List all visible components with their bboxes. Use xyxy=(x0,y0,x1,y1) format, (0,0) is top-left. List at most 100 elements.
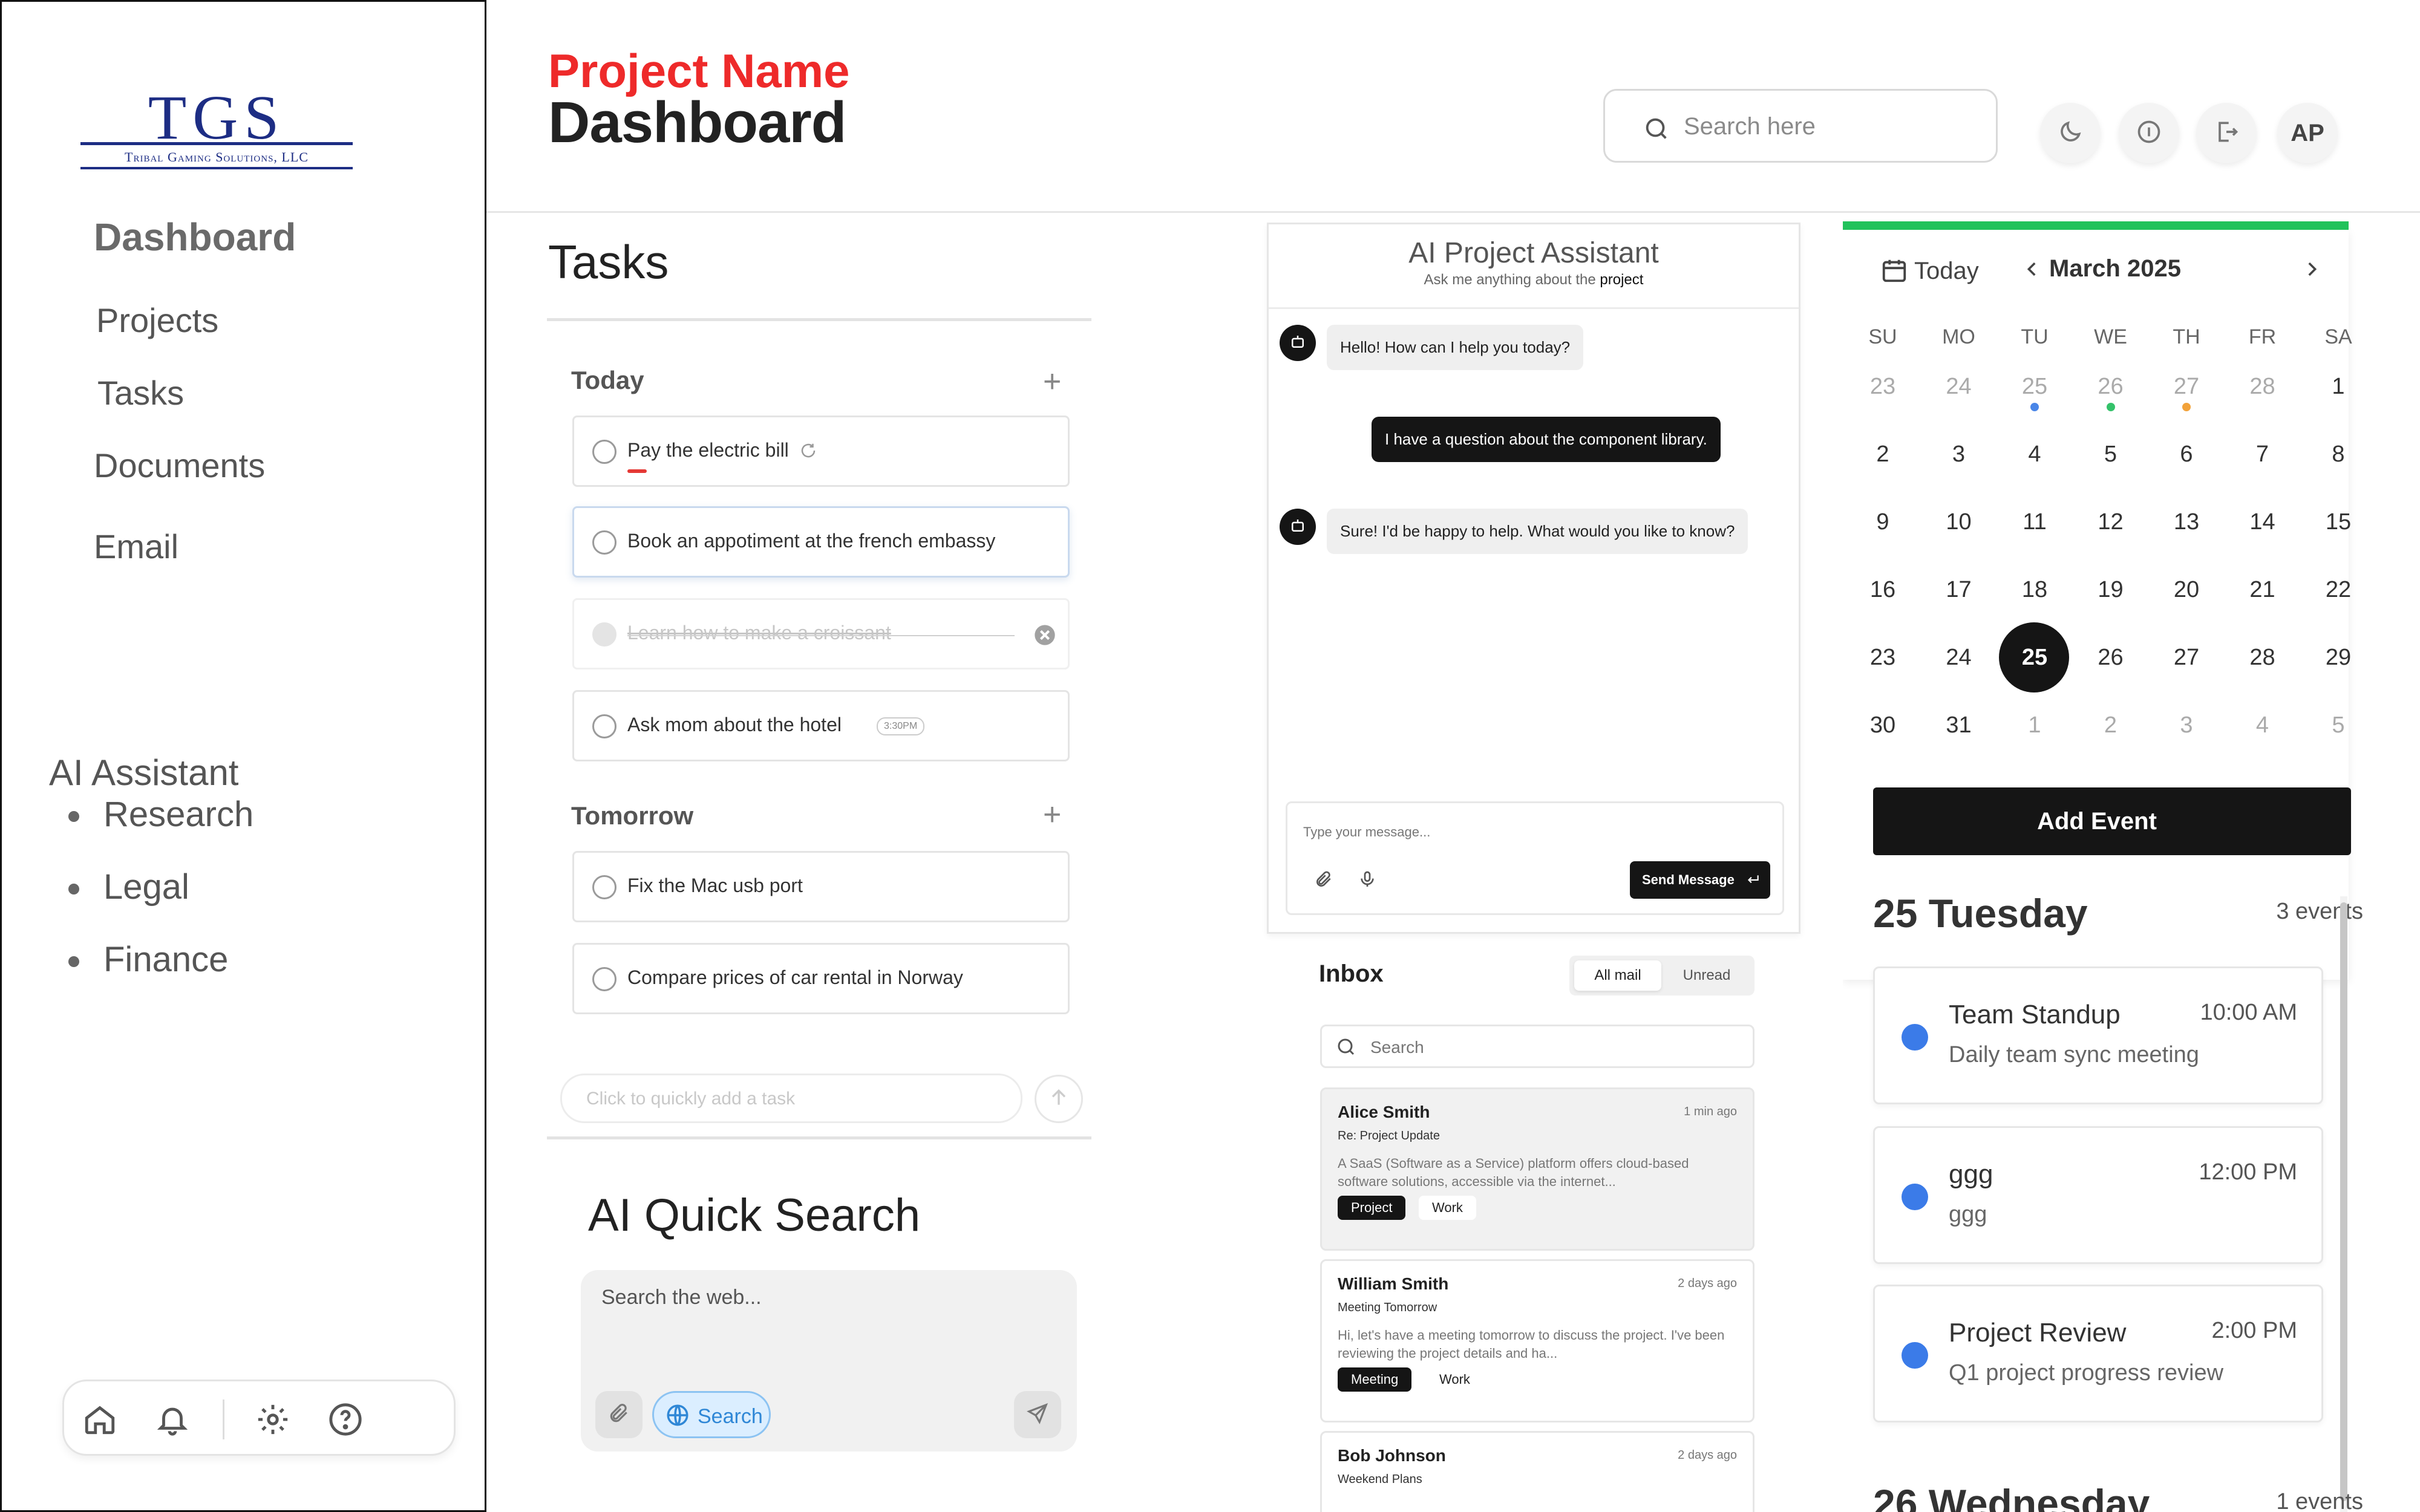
mail-tag[interactable]: Project xyxy=(1338,1196,1406,1220)
web-search-toggle[interactable]: Search xyxy=(652,1391,771,1438)
calendar-day[interactable]: 21 xyxy=(2226,556,2299,623)
logout-button[interactable] xyxy=(2196,103,2257,163)
mail-item[interactable]: William Smith 2 days ago Meeting Tomorro… xyxy=(1320,1259,1754,1422)
calendar-day[interactable]: 3 xyxy=(1923,421,1995,487)
calendar-day[interactable]: 26 xyxy=(2075,624,2147,691)
next-month-button[interactable] xyxy=(2297,255,2327,285)
nav-item-documents[interactable]: Documents xyxy=(94,446,265,485)
dark-mode-button[interactable] xyxy=(2040,103,2101,163)
task-item[interactable]: Ask mom about the hotel 3:30PM xyxy=(572,690,1070,761)
calendar-day[interactable]: 27 xyxy=(2150,624,2223,691)
bell-icon[interactable] xyxy=(155,1402,190,1437)
help-icon[interactable] xyxy=(328,1402,363,1437)
nav-item-projects[interactable]: Projects xyxy=(96,301,218,340)
quick-search-input[interactable] xyxy=(601,1286,1049,1358)
mail-item[interactable]: Bob Johnson 2 days ago Weekend Plans xyxy=(1320,1431,1754,1512)
calendar-day[interactable]: 20 xyxy=(2150,556,2223,623)
calendar-day[interactable]: 9 xyxy=(1846,489,1919,555)
calendar-day[interactable]: 28 xyxy=(2226,624,2299,691)
calendar-day[interactable]: 16 xyxy=(1846,556,1919,623)
delete-task-icon[interactable] xyxy=(1033,623,1057,650)
global-search[interactable] xyxy=(1603,89,1998,163)
calendar-day[interactable]: 4 xyxy=(1998,421,2071,487)
quick-add-input[interactable] xyxy=(586,1085,998,1113)
calendar-day[interactable]: 15 xyxy=(2302,489,2375,555)
ai-item-legal[interactable]: Legal xyxy=(68,867,189,907)
calendar-day[interactable]: 23 xyxy=(1846,624,1919,691)
mail-item[interactable]: Alice Smith 1 min ago Re: Project Update… xyxy=(1320,1087,1754,1251)
avatar[interactable]: AP xyxy=(2277,103,2338,163)
calendar-day[interactable]: 27 xyxy=(2150,353,2223,420)
microphone-icon[interactable] xyxy=(1358,870,1377,892)
info-button[interactable] xyxy=(2119,103,2179,163)
task-item[interactable]: Fix the Mac usb port xyxy=(572,851,1070,922)
task-checkbox[interactable] xyxy=(592,967,616,991)
calendar-day[interactable]: 12 xyxy=(2075,489,2147,555)
quick-search-send-button[interactable] xyxy=(1014,1391,1061,1438)
attach-button[interactable] xyxy=(595,1391,643,1438)
calendar-day[interactable]: 26 xyxy=(2075,353,2147,420)
calendar-day[interactable]: 30 xyxy=(1846,692,1919,758)
task-checkbox[interactable] xyxy=(592,622,616,647)
task-checkbox[interactable] xyxy=(592,440,616,464)
nav-item-tasks[interactable]: Tasks xyxy=(97,373,184,412)
calendar-day[interactable]: 3 xyxy=(2150,692,2223,758)
calendar-day[interactable]: 7 xyxy=(2226,421,2299,487)
nav-item-dashboard[interactable]: Dashboard xyxy=(94,215,296,259)
assistant-message-input[interactable] xyxy=(1303,820,1666,844)
calendar-day[interactable]: 10 xyxy=(1923,489,1995,555)
search-input[interactable] xyxy=(1684,108,1974,145)
gear-icon[interactable] xyxy=(255,1402,290,1437)
paperclip-icon[interactable] xyxy=(1314,870,1333,892)
calendar-day[interactable]: 1 xyxy=(1998,692,2071,758)
task-item[interactable]: Compare prices of car rental in Norway xyxy=(572,943,1070,1014)
calendar-day[interactable]: 11 xyxy=(1998,489,2071,555)
calendar-day-selected[interactable]: 25 xyxy=(1998,622,2071,692)
task-item[interactable]: Pay the electric bill xyxy=(572,415,1070,487)
calendar-day[interactable]: 4 xyxy=(2226,692,2299,758)
calendar-day[interactable]: 5 xyxy=(2075,421,2147,487)
calendar-day[interactable]: 31 xyxy=(1923,692,1995,758)
calendar-day[interactable]: 23 xyxy=(1846,353,1919,420)
add-event-button[interactable]: Add Event xyxy=(1873,787,2351,855)
calendar-day[interactable]: 13 xyxy=(2150,489,2223,555)
calendar-day[interactable]: 22 xyxy=(2302,556,2375,623)
inbox-search-input[interactable] xyxy=(1370,1036,1733,1059)
home-icon[interactable] xyxy=(82,1402,117,1437)
calendar-day[interactable]: 28 xyxy=(2226,353,2299,420)
mail-tag[interactable]: Meeting xyxy=(1338,1367,1412,1392)
calendar-day[interactable]: 1 xyxy=(2302,353,2375,420)
ai-item-finance[interactable]: Finance xyxy=(68,939,228,980)
agenda-scrollbar-thumb[interactable] xyxy=(2340,902,2347,1501)
task-checkbox[interactable] xyxy=(592,530,616,555)
mail-tag[interactable]: Work xyxy=(1426,1367,1483,1392)
event-card[interactable]: Team Standup Daily team sync meeting 10:… xyxy=(1873,966,2323,1104)
ai-item-research[interactable]: Research xyxy=(68,794,253,835)
task-item[interactable]: Book an appotiment at the french embassy xyxy=(572,506,1070,578)
tab-all-mail[interactable]: All mail xyxy=(1574,960,1661,991)
nav-item-email[interactable]: Email xyxy=(94,527,178,566)
calendar-day[interactable]: 2 xyxy=(1846,421,1919,487)
calendar-day[interactable]: 18 xyxy=(1998,556,2071,623)
calendar-day[interactable]: 17 xyxy=(1923,556,1995,623)
company-logo[interactable]: TGS Tribal Gaming Solutions, LLC xyxy=(80,86,353,171)
task-checkbox[interactable] xyxy=(592,875,616,899)
send-message-button[interactable]: Send Message xyxy=(1630,861,1770,899)
calendar-day[interactable]: 29 xyxy=(2302,624,2375,691)
calendar-day[interactable]: 14 xyxy=(2226,489,2299,555)
calendar-day[interactable]: 6 xyxy=(2150,421,2223,487)
quick-add-task[interactable] xyxy=(560,1074,1022,1123)
calendar-day[interactable]: 25 xyxy=(1998,353,2071,420)
add-task-tomorrow-button[interactable]: + xyxy=(1043,797,1061,833)
quick-add-submit-button[interactable] xyxy=(1035,1075,1083,1123)
task-checkbox[interactable] xyxy=(592,714,616,738)
calendar-day[interactable]: 24 xyxy=(1923,624,1995,691)
inbox-search[interactable] xyxy=(1320,1025,1754,1068)
event-card[interactable]: Project Review Q1 project progress revie… xyxy=(1873,1285,2323,1422)
calendar-day[interactable]: 5 xyxy=(2302,692,2375,758)
calendar-day[interactable]: 2 xyxy=(2075,692,2147,758)
mail-tag[interactable]: Work xyxy=(1419,1196,1476,1220)
calendar-day[interactable]: 8 xyxy=(2302,421,2375,487)
add-task-today-button[interactable]: + xyxy=(1043,363,1061,400)
tab-unread[interactable]: Unread xyxy=(1664,960,1750,991)
